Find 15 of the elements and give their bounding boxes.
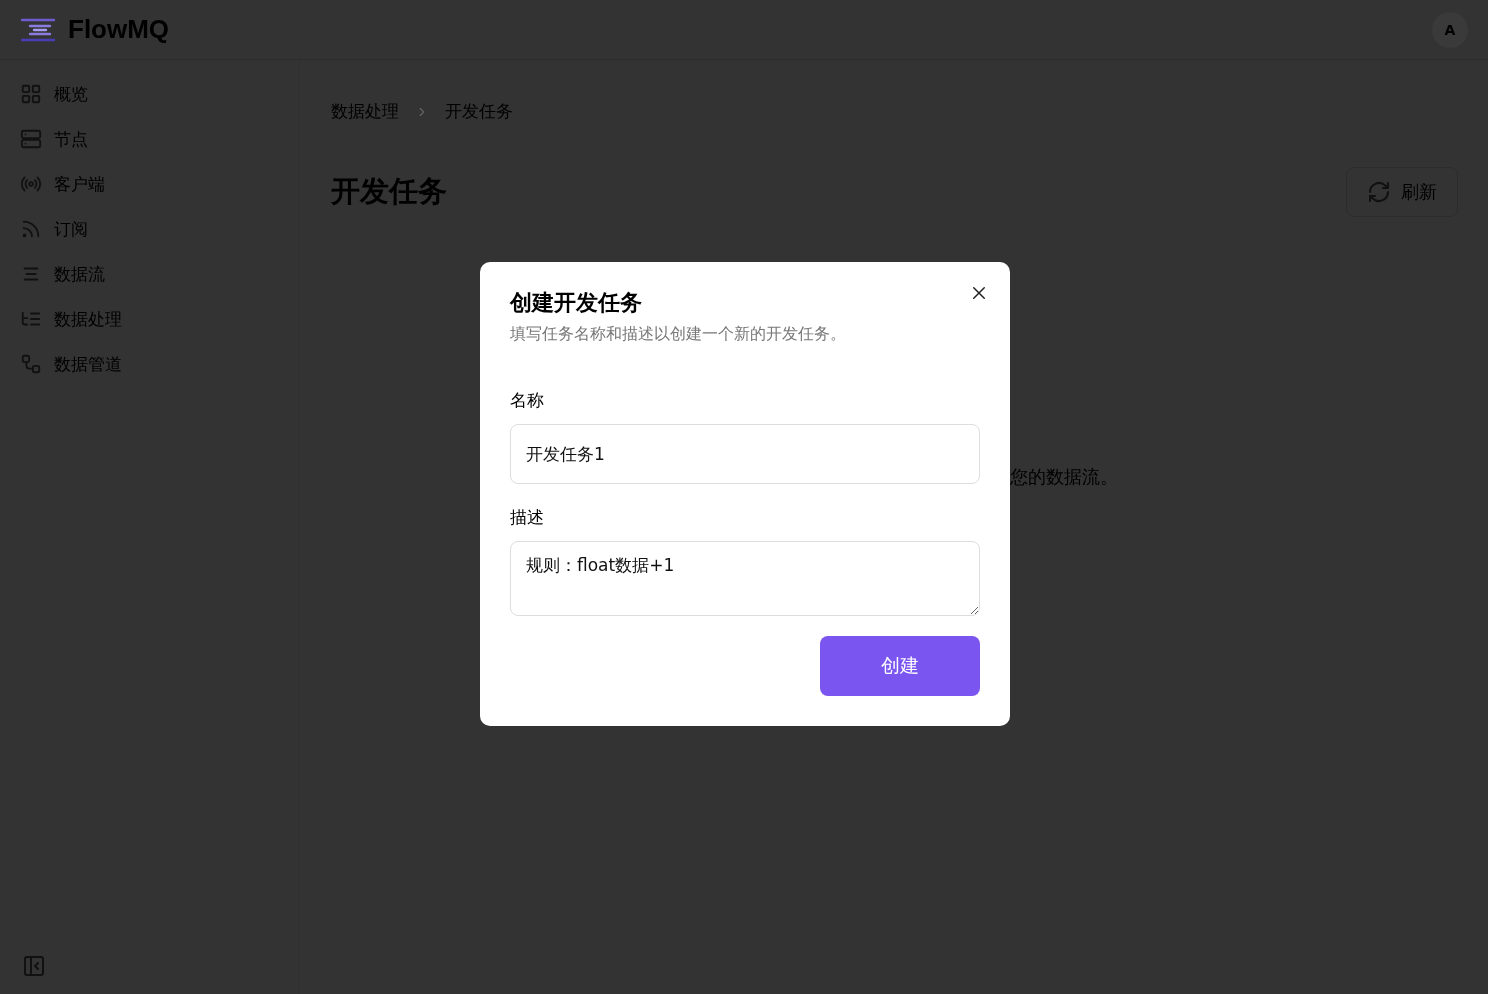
create-button[interactable]: 创建 (820, 636, 980, 696)
field-label: 名称 (510, 389, 545, 412)
dialog-description: 填写任务名称和描述以创建一个新的开发任务。 (510, 324, 847, 345)
user-avatar[interactable]: A (1432, 11, 1468, 48)
field-label: 描述 (510, 506, 545, 529)
grid-icon (20, 83, 42, 105)
server-icon (20, 128, 42, 150)
description-textarea[interactable]: 规则：float数据+1 (510, 541, 980, 616)
close-icon[interactable] (970, 284, 988, 302)
dialog-title: 创建开发任务 (510, 289, 643, 317)
name-input[interactable]: 开发任务1 (510, 424, 980, 484)
rss-icon (20, 218, 42, 240)
refresh-icon (1367, 180, 1391, 204)
workflow-icon (20, 353, 42, 375)
logo-icon (20, 17, 56, 42)
